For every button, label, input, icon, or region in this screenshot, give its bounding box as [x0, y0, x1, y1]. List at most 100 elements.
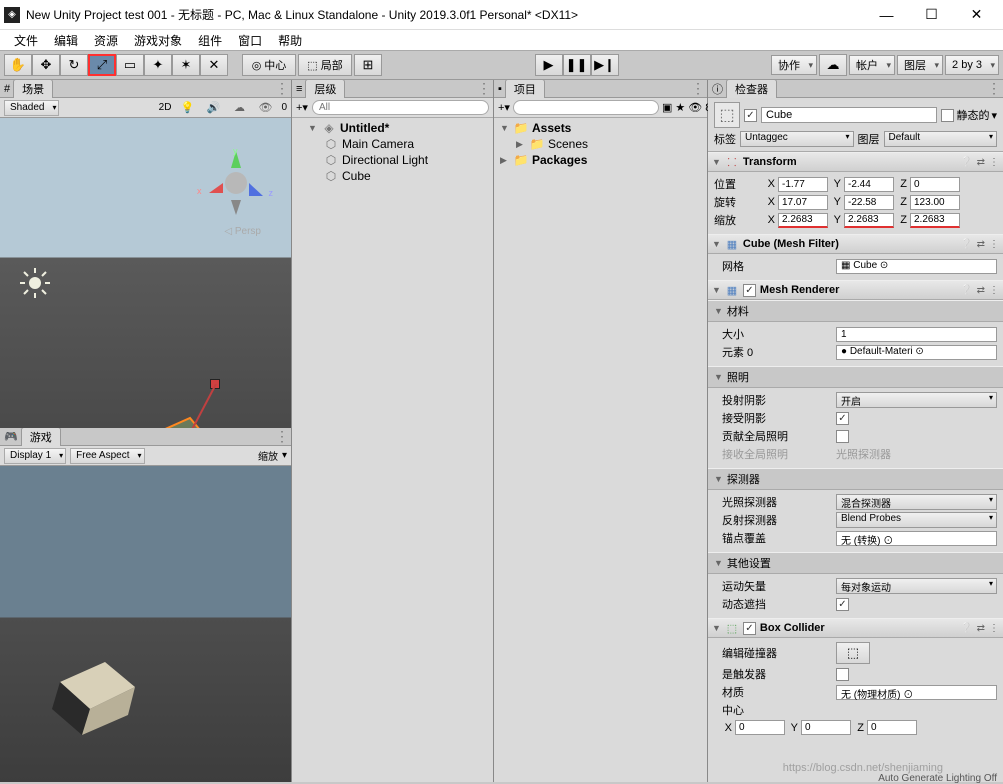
menu-icon[interactable]: ⋮ — [989, 157, 999, 168]
game-tab[interactable]: 游戏 — [21, 427, 61, 446]
probes-subheader[interactable]: ▼探测器 — [708, 468, 1003, 490]
minimize-button[interactable]: — — [864, 1, 909, 29]
pause-button[interactable]: ❚❚ — [563, 54, 591, 76]
hierarchy-search-input[interactable] — [312, 100, 489, 115]
create-dropdown-icon[interactable]: +▾ — [498, 101, 510, 114]
meshfilter-header[interactable]: ▼ ▦ Cube (Mesh Filter) ❔ ⇄ ⋮ — [708, 234, 1003, 254]
additional-subheader[interactable]: ▼其他设置 — [708, 552, 1003, 574]
preset-icon[interactable]: ⇄ — [977, 239, 985, 250]
fold-icon[interactable]: ▼ — [712, 157, 721, 167]
menu-edit[interactable]: 编辑 — [46, 31, 86, 50]
shading-dropdown[interactable]: Shaded — [4, 100, 59, 116]
fold-icon[interactable]: ▼ — [308, 123, 318, 133]
dynamic-occlusion-checkbox[interactable]: ✓ — [836, 598, 849, 611]
rotation-y-input[interactable] — [844, 195, 894, 210]
game-view[interactable] — [0, 466, 291, 782]
menu-file[interactable]: 文件 — [6, 31, 46, 50]
panel-menu-icon[interactable]: ⋮ — [477, 80, 489, 97]
menu-icon[interactable]: ⋮ — [989, 623, 999, 634]
move-tool-button[interactable]: ✥ — [32, 54, 60, 76]
visibility-icon[interactable]: 👁 — [688, 101, 702, 114]
is-trigger-checkbox[interactable] — [836, 668, 849, 681]
scene-root-item[interactable]: ▼ ◈ Untitled* — [292, 120, 493, 136]
static-toggle[interactable]: 静态的▾ — [941, 107, 997, 123]
light-probes-dropdown[interactable]: 混合探测器 — [836, 494, 997, 510]
display-dropdown[interactable]: Display 1 — [4, 448, 66, 464]
fx-icon[interactable]: ☁ — [229, 100, 249, 116]
layers-dropdown[interactable]: 图层 — [897, 55, 943, 75]
assets-folder[interactable]: ▼📁Assets — [494, 120, 707, 136]
position-z-input[interactable] — [910, 177, 960, 192]
transform-tool-button[interactable]: ✦ — [144, 54, 172, 76]
collider-enabled-checkbox[interactable]: ✓ — [743, 622, 756, 635]
inspector-tab[interactable]: 检查器 — [726, 80, 777, 98]
renderer-enabled-checkbox[interactable]: ✓ — [743, 284, 756, 297]
active-checkbox[interactable]: ✓ — [744, 109, 757, 122]
pivot-mode-button[interactable]: ◎中心 — [242, 54, 296, 76]
menu-window[interactable]: 窗口 — [230, 31, 270, 50]
custom-tool-button[interactable]: ✶ — [172, 54, 200, 76]
mesh-field[interactable]: ▦ Cube ⊙ — [836, 259, 997, 274]
physic-material-field[interactable]: 无 (物理材质) ⊙ — [836, 685, 997, 700]
contribute-gi-checkbox[interactable] — [836, 430, 849, 443]
scale-tool-button[interactable]: ⤢ — [88, 54, 116, 76]
hierarchy-item[interactable]: ⬡Main Camera — [292, 136, 493, 152]
motion-vectors-dropdown[interactable]: 每对象运动 — [836, 578, 997, 594]
custom-tool-2-button[interactable]: ✕ — [200, 54, 228, 76]
create-dropdown-icon[interactable]: +▾ — [296, 101, 308, 114]
orientation-gizmo[interactable]: y x z — [201, 148, 271, 218]
step-button[interactable]: ▶❙ — [591, 54, 619, 76]
gameobject-name-input[interactable] — [761, 107, 937, 123]
preset-icon[interactable]: ⇄ — [977, 623, 985, 634]
menu-help[interactable]: 帮助 — [270, 31, 310, 50]
panel-menu-icon[interactable]: ⋮ — [275, 428, 287, 445]
scenes-folder[interactable]: ▶📁Scenes — [494, 136, 707, 152]
renderer-header[interactable]: ▼ ▦ ✓ Mesh Renderer ❔ ⇄ ⋮ — [708, 280, 1003, 300]
audio-icon[interactable]: 🔊 — [203, 100, 223, 116]
scene-view[interactable]: y x z ◁ Persp — [0, 118, 291, 428]
transform-component-header[interactable]: ▼ ⸬ Transform ❔ ⇄ ⋮ — [708, 152, 1003, 172]
rotation-x-input[interactable] — [778, 195, 828, 210]
edit-collider-button[interactable]: ⬚ — [836, 642, 870, 664]
hierarchy-item[interactable]: ⬡Cube — [292, 168, 493, 184]
account-dropdown[interactable]: 帐户 — [849, 55, 895, 75]
position-y-input[interactable] — [844, 177, 894, 192]
panel-menu-icon[interactable]: ⋮ — [987, 80, 999, 97]
play-button[interactable]: ▶ — [535, 54, 563, 76]
center-y-input[interactable] — [801, 720, 851, 735]
layer-dropdown[interactable]: Default — [884, 131, 998, 147]
fold-icon[interactable]: ▼ — [712, 239, 721, 249]
cube-icon[interactable]: ⬚ — [714, 102, 740, 128]
aspect-dropdown[interactable]: Free Aspect — [70, 448, 144, 464]
static-checkbox[interactable] — [941, 109, 954, 122]
fold-icon[interactable]: ▶ — [500, 155, 510, 166]
preset-icon[interactable]: ⇄ — [977, 157, 985, 168]
panel-menu-icon[interactable]: ⋮ — [275, 80, 287, 97]
receive-shadows-checkbox[interactable]: ✓ — [836, 412, 849, 425]
packages-folder[interactable]: ▶📁Packages — [494, 152, 707, 168]
tag-dropdown[interactable]: Untaggec — [740, 131, 854, 147]
menu-component[interactable]: 组件 — [190, 31, 230, 50]
layout-dropdown[interactable]: 2 by 3 — [945, 55, 999, 75]
cloud-button[interactable]: ☁ — [819, 54, 847, 76]
help-icon[interactable]: ❔ — [960, 239, 972, 250]
snap-button[interactable]: ⊞ — [354, 54, 382, 76]
panel-menu-icon[interactable]: ⋮ — [691, 80, 703, 97]
material-field[interactable]: ● Default-Materi ⊙ — [836, 345, 997, 360]
anchor-field[interactable]: 无 (转换) ⊙ — [836, 531, 997, 546]
materials-subheader[interactable]: ▼材料 — [708, 300, 1003, 322]
rotate-tool-button[interactable]: ↻ — [60, 54, 88, 76]
center-z-input[interactable] — [867, 720, 917, 735]
scene-tab[interactable]: 场景 — [13, 79, 53, 98]
project-tab[interactable]: 项目 — [505, 79, 545, 98]
close-button[interactable]: ✕ — [954, 1, 999, 29]
help-icon[interactable]: ❔ — [960, 285, 972, 296]
pivot-rotation-button[interactable]: ⬚局部 — [298, 54, 352, 76]
lighting-icon[interactable]: 💡 — [177, 100, 197, 116]
collider-header[interactable]: ▼ ⬚ ✓ Box Collider ❔ ⇄ ⋮ — [708, 618, 1003, 638]
center-x-input[interactable] — [735, 720, 785, 735]
project-search-input[interactable] — [513, 100, 659, 115]
fold-icon[interactable]: ▼ — [712, 285, 721, 295]
lighting-subheader[interactable]: ▼照明 — [708, 366, 1003, 388]
preset-icon[interactable]: ⇄ — [977, 285, 985, 296]
